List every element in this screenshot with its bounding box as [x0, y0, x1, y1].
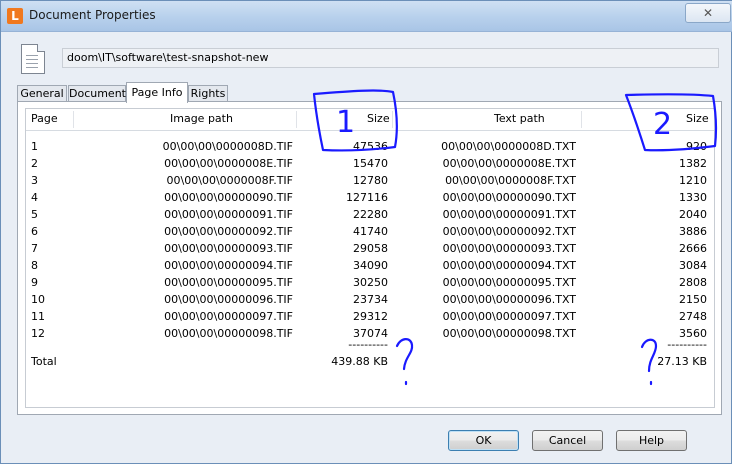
column-header-image-size[interactable]: Size: [367, 109, 390, 129]
table-row[interactable]: 4 00\00\00\00000090.TIF 127116 00\00\00\000…: [26, 189, 714, 206]
cancel-button[interactable]: Cancel: [532, 430, 603, 451]
table-row[interactable]: 5 00\00\00\00000091.TIF 22280 00\00\00\0000…: [26, 206, 714, 223]
table-row[interactable]: 3 00\00\00\0000008F.TIF 12780 00\00\00\0000…: [26, 172, 714, 189]
tab-document[interactable]: Document: [68, 85, 126, 102]
page-info-table[interactable]: Page Image path Size Text path Size 1 00\…: [25, 108, 715, 408]
cell-image-path: 00\00\00\0000008D.TIF: [162, 140, 293, 153]
total-text-size: 27.13 KB: [657, 355, 707, 368]
total-separator: ---------- ----------: [26, 336, 714, 353]
text-size-separator: ----------: [667, 338, 707, 351]
cell-page: 10: [31, 293, 45, 306]
cell-image-size: 127116: [346, 191, 388, 204]
cell-text-size: 1210: [679, 174, 707, 187]
table-row[interactable]: 6 00\00\00\00000092.TIF 41740 00\00\00\0000…: [26, 223, 714, 240]
cell-image-size: 22280: [353, 208, 388, 221]
cell-text-size: 3886: [679, 225, 707, 238]
cell-text-size: 2666: [679, 242, 707, 255]
cell-text-size: 1330: [679, 191, 707, 204]
cell-image-size: 15470: [353, 157, 388, 170]
cell-text-size: 1382: [679, 157, 707, 170]
total-label: Total: [31, 355, 57, 368]
cell-text-path: 00\00\00\00000094.TXT: [442, 259, 576, 272]
cell-page: 2: [31, 157, 38, 170]
cell-image-path: 00\00\00\00000094.TIF: [164, 259, 293, 272]
cell-page: 3: [31, 174, 38, 187]
tab-page-info[interactable]: Page Info: [126, 82, 188, 103]
cell-text-path: 00\00\00\00000091.TXT: [442, 208, 576, 221]
title-bar: L Document Properties ✕: [1, 1, 732, 32]
table-row[interactable]: 8 00\00\00\00000094.TIF 34090 00\00\00\0000…: [26, 257, 714, 274]
cell-image-size: 41740: [353, 225, 388, 238]
ok-button[interactable]: OK: [448, 430, 519, 451]
cell-image-size: 29058: [353, 242, 388, 255]
column-header-image-path[interactable]: Image path: [170, 109, 233, 129]
table-row[interactable]: 7 00\00\00\00000093.TIF 29058 00\00\00\0000…: [26, 240, 714, 257]
table-header: Page Image path Size Text path Size: [26, 109, 714, 131]
page-info-panel: Page Image path Size Text path Size 1 00\…: [17, 101, 722, 415]
table-row[interactable]: 9 00\00\00\00000095.TIF 30250 00\00\00\0000…: [26, 274, 714, 291]
cell-image-path: 00\00\00\00000095.TIF: [164, 276, 293, 289]
cell-text-size: 920: [686, 140, 707, 153]
cell-page: 9: [31, 276, 38, 289]
cell-image-size: 34090: [353, 259, 388, 272]
cell-image-path: 00\00\00\00000091.TIF: [164, 208, 293, 221]
tab-general[interactable]: General: [17, 85, 67, 102]
document-path-field[interactable]: doom\IT\software\test-snapshot-new: [62, 48, 719, 68]
cell-page: 11: [31, 310, 45, 323]
cell-image-size: 12780: [353, 174, 388, 187]
cell-image-path: 00\00\00\00000092.TIF: [164, 225, 293, 238]
help-button[interactable]: Help: [616, 430, 687, 451]
cell-image-path: 00\00\00\0000008F.TIF: [166, 174, 293, 187]
cell-image-size: 29312: [353, 310, 388, 323]
cell-text-size: 2150: [679, 293, 707, 306]
cell-text-path: 00\00\00\00000093.TXT: [442, 242, 576, 255]
cell-image-size: 30250: [353, 276, 388, 289]
table-row[interactable]: 11 00\00\00\00000097.TIF 29312 00\00\00\000…: [26, 308, 714, 325]
cell-page: 8: [31, 259, 38, 272]
app-logo-icon: L: [7, 8, 23, 24]
cell-page: 4: [31, 191, 38, 204]
cell-image-size: 23734: [353, 293, 388, 306]
cell-text-path: 00\00\00\00000090.TXT: [442, 191, 576, 204]
total-row: Total 439.88 KB 27.13 KB: [26, 353, 714, 370]
cell-page: 6: [31, 225, 38, 238]
image-size-separator: ----------: [348, 338, 388, 351]
document-icon: [21, 44, 45, 74]
cell-text-path: 00\00\00\00000092.TXT: [442, 225, 576, 238]
cell-text-size: 2040: [679, 208, 707, 221]
window-title: Document Properties: [29, 8, 156, 22]
cell-image-size: 47536: [353, 140, 388, 153]
close-button[interactable]: ✕: [685, 3, 731, 23]
cell-page: 1: [31, 140, 38, 153]
cell-text-path: 00\00\00\00000096.TXT: [442, 293, 576, 306]
cell-image-path: 00\00\00\00000093.TIF: [164, 242, 293, 255]
cell-image-path: 00\00\00\00000097.TIF: [164, 310, 293, 323]
cell-text-path: 00\00\00\0000008F.TXT: [445, 174, 576, 187]
cell-text-size: 3084: [679, 259, 707, 272]
cell-text-path: 00\00\00\00000097.TXT: [442, 310, 576, 323]
cell-image-path: 00\00\00\00000096.TIF: [164, 293, 293, 306]
column-header-page[interactable]: Page: [31, 109, 58, 129]
tab-rights[interactable]: Rights: [188, 85, 228, 102]
document-properties-dialog: L Document Properties ✕ doom\IT\software…: [0, 0, 732, 464]
cell-page: 5: [31, 208, 38, 221]
cell-text-path: 00\00\00\0000008D.TXT: [441, 140, 576, 153]
cell-page: 7: [31, 242, 38, 255]
cell-text-size: 2808: [679, 276, 707, 289]
table-row[interactable]: 10 00\00\00\00000096.TIF 23734 00\00\00\000…: [26, 291, 714, 308]
table-row[interactable]: 2 00\00\00\0000008E.TIF 15470 00\00\00\0000…: [26, 155, 714, 172]
cell-image-path: 00\00\00\0000008E.TIF: [164, 157, 293, 170]
cell-text-path: 00\00\00\0000008E.TXT: [442, 157, 576, 170]
total-image-size: 439.88 KB: [331, 355, 388, 368]
cell-text-size: 2748: [679, 310, 707, 323]
column-header-text-size[interactable]: Size: [686, 109, 709, 129]
table-row[interactable]: 1 00\00\00\0000008D.TIF 47536 00\00\00\0000…: [26, 138, 714, 155]
cell-text-path: 00\00\00\00000095.TXT: [442, 276, 576, 289]
column-header-text-path[interactable]: Text path: [494, 109, 545, 129]
cell-image-path: 00\00\00\00000090.TIF: [164, 191, 293, 204]
